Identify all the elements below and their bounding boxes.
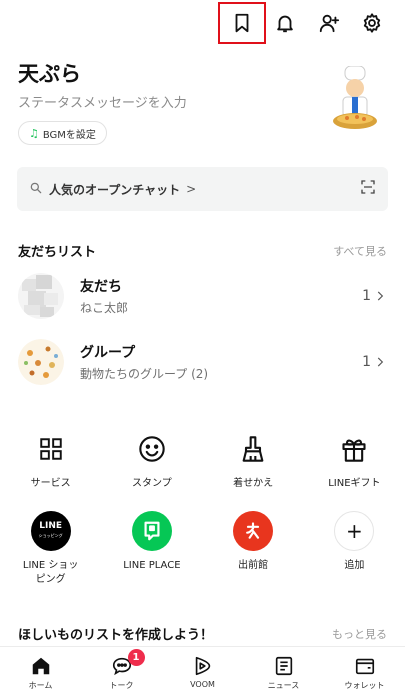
nav-voom-label: VOOM — [190, 680, 215, 689]
service-label: 着せかえ — [233, 478, 274, 489]
friends-count-wrap: 1 — [362, 288, 387, 304]
settings-gear-icon[interactable] — [359, 10, 385, 36]
bgm-button-label: BGMを設定 — [42, 129, 96, 141]
nav-news-label: ニュース — [267, 681, 300, 690]
service-label: スタンプ — [132, 478, 172, 489]
groups-count-wrap: 1 — [362, 354, 387, 370]
groups-thumbnail — [18, 339, 64, 385]
smile-icon — [132, 429, 172, 469]
app-label: LINE PLACE — [123, 560, 181, 571]
groups-count: 1 — [362, 354, 371, 370]
chevron-right-icon — [377, 357, 384, 367]
service-label: サービス — [30, 478, 71, 489]
profile-name[interactable]: 天ぷら — [18, 58, 81, 88]
service-label: LINEギフト — [328, 478, 381, 489]
service-item-stickers[interactable]: スタンプ — [101, 429, 202, 491]
bottom-nav: ホーム 1 トーク VOOM ニュース ウォレット — [0, 646, 405, 700]
friends-count: 1 — [362, 288, 371, 304]
friends-row-title: 友だち — [80, 279, 122, 295]
groups-row[interactable]: グループ 動物たちのグループ (2) 1 — [18, 338, 387, 386]
unread-badge: 1 — [127, 649, 145, 666]
line-place-icon — [131, 511, 172, 551]
app-item-line-shopping[interactable]: LINE ショッピング LINE ショッ ピング — [0, 511, 101, 587]
line-shopping-icon-sub: ショッピング — [38, 533, 63, 538]
nav-home[interactable]: ホーム — [0, 647, 81, 700]
bgm-button[interactable]: ♫ BGMを設定 — [18, 121, 107, 145]
nav-news[interactable]: ニュース — [243, 647, 324, 700]
friends-list-header: 友だちリスト すべて見る — [18, 241, 387, 261]
friends-thumbnail — [18, 273, 64, 319]
nav-wallet-label: ウォレット — [344, 681, 385, 690]
top-bar — [0, 0, 405, 46]
gift-icon — [334, 429, 374, 469]
chevron-right-icon: > — [186, 182, 197, 196]
app-label: 出前館 — [238, 560, 269, 571]
grid-icon — [31, 429, 71, 469]
open-chat-label: 人気のオープンチャット — [49, 182, 181, 197]
nav-home-label: ホーム — [28, 681, 53, 690]
avatar[interactable] — [330, 65, 380, 134]
news-icon — [275, 656, 292, 676]
nav-voom[interactable]: VOOM — [162, 647, 243, 700]
app-item-line-place[interactable]: LINE PLACE — [101, 511, 202, 587]
scan-icon[interactable] — [360, 179, 376, 199]
highlight-box — [218, 2, 266, 44]
service-item-gift[interactable]: LINEギフト — [304, 429, 405, 491]
line-shopping-icon: LINE ショッピング — [30, 511, 71, 551]
app-grid: LINE ショッピング LINE ショッ ピング LINE PLACE 出前館 … — [0, 511, 405, 587]
wishlist-title: ほしいものリストを作成しよう！ — [18, 628, 214, 643]
nav-chats-label: トーク — [109, 681, 134, 690]
friends-row-subtitle: ねこ太郎 — [80, 301, 129, 315]
add-friend-icon[interactable] — [316, 10, 342, 36]
wallet-icon — [355, 658, 374, 675]
search-icon — [29, 180, 43, 199]
service-item-services[interactable]: サービス — [0, 429, 101, 491]
wishlist-header: ほしいものリストを作成しよう！ もっと見る — [18, 624, 387, 644]
app-label: LINE ショッ ピング — [22, 560, 79, 585]
nav-wallet[interactable]: ウォレット — [324, 647, 405, 700]
music-note-icon: ♫ — [29, 126, 39, 140]
voom-icon — [195, 656, 210, 676]
app-item-demaecan[interactable]: 出前館 — [203, 511, 304, 587]
app-item-add[interactable]: + 追加 — [304, 511, 405, 587]
friends-row[interactable]: 友だち ねこ太郎 1 — [18, 272, 387, 320]
chevron-right-icon — [377, 291, 384, 301]
line-shopping-icon-text: LINE — [39, 521, 62, 531]
home-icon — [32, 657, 49, 675]
see-all-link[interactable]: すべて見る — [333, 243, 387, 259]
service-grid: サービス スタンプ 着せかえ LINEギフト — [0, 429, 405, 491]
brush-icon — [233, 429, 273, 469]
open-chat-search-bar[interactable]: 人気のオープンチャット > — [17, 167, 388, 211]
groups-row-subtitle: 動物たちのグループ (2) — [80, 367, 209, 381]
service-item-themes[interactable]: 着せかえ — [203, 429, 304, 491]
plus-icon: + — [334, 511, 375, 551]
status-message-input[interactable]: ステータスメッセージを入力 — [18, 92, 187, 111]
nav-chats[interactable]: 1 トーク — [81, 647, 162, 700]
see-more-link[interactable]: もっと見る — [332, 626, 387, 642]
bell-icon[interactable] — [272, 10, 298, 36]
friends-list-title: 友だちリスト — [18, 245, 97, 260]
app-label: 追加 — [344, 560, 365, 571]
groups-row-title: グループ — [80, 345, 136, 361]
demaecan-icon — [233, 511, 274, 551]
